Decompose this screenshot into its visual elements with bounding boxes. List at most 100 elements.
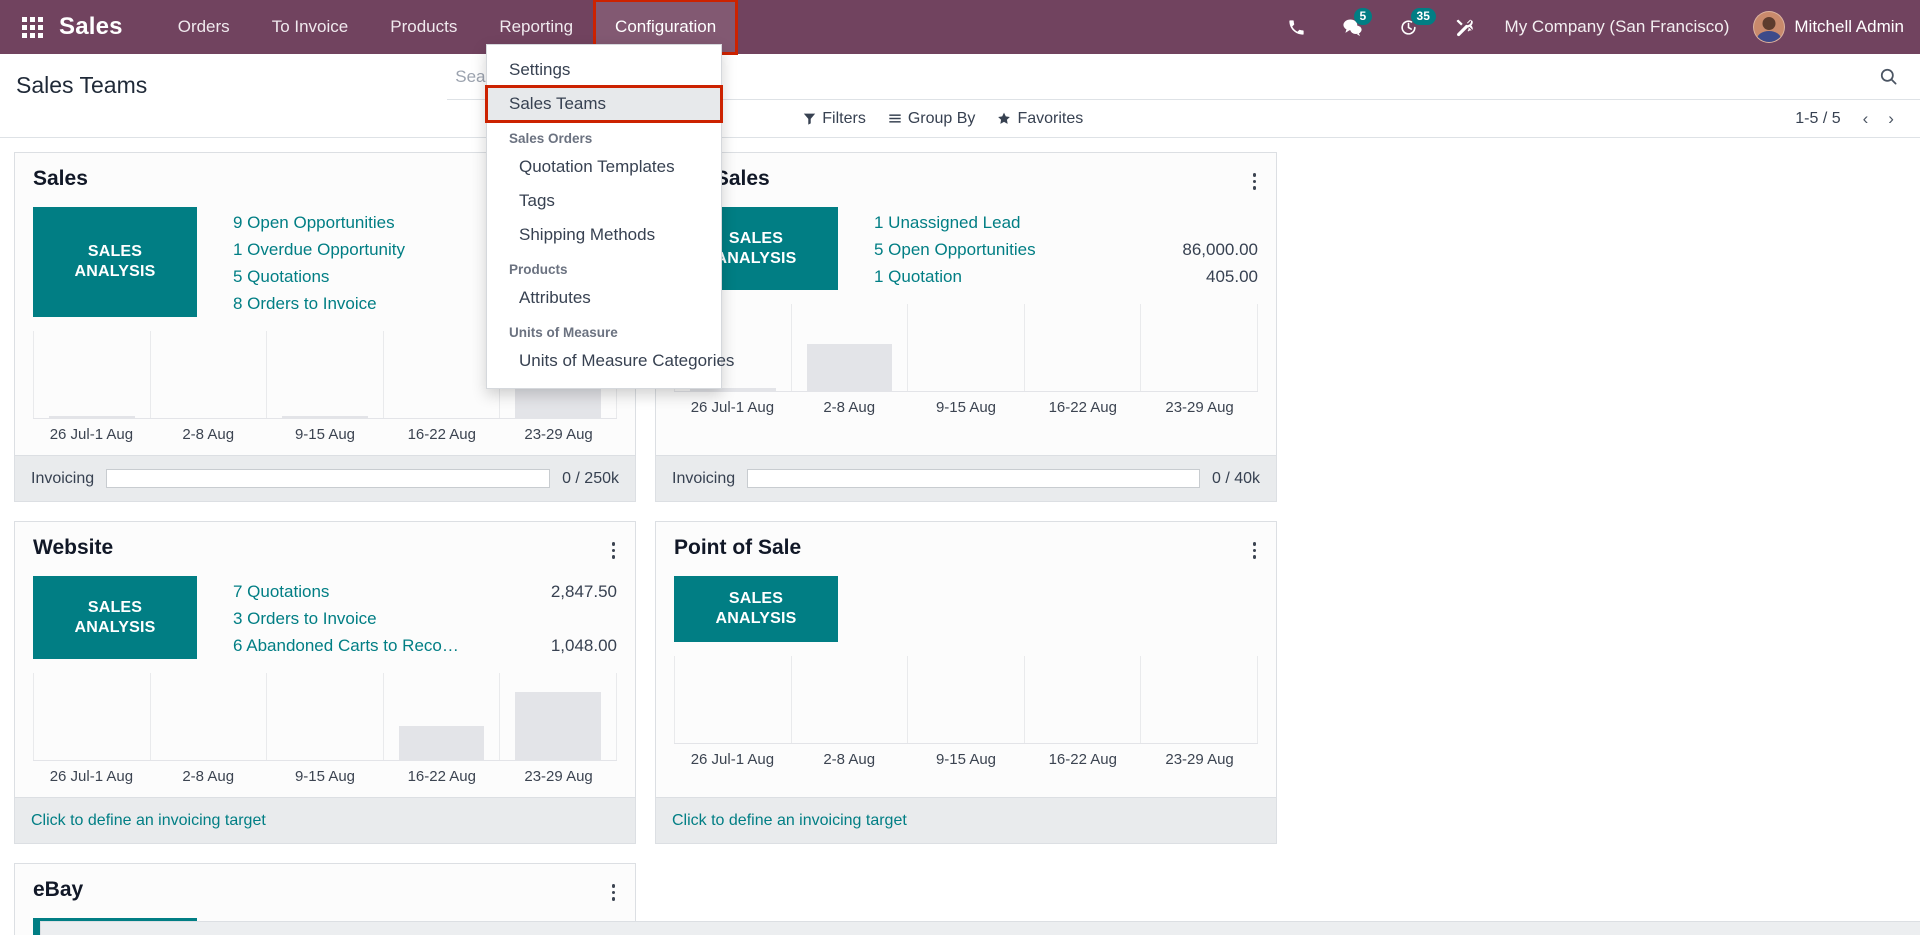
- filters-label: Filters: [822, 110, 866, 128]
- sales-analysis-button[interactable]: SALESANALYSIS: [674, 576, 838, 642]
- stat-row: 1 Quotation405.00: [874, 263, 1258, 290]
- menu-item-sales-teams[interactable]: Sales Teams: [487, 87, 721, 121]
- team-card[interactable]: WebsiteSALESANALYSIS7 Quotations2,847.50…: [14, 521, 636, 844]
- chart-column: [266, 673, 383, 761]
- chart-x-label: 16-22 Aug: [1024, 751, 1141, 768]
- avatar: [1753, 11, 1785, 43]
- nav-item-orders[interactable]: Orders: [157, 0, 251, 54]
- card-footer: Invoicing0 / 40k: [656, 455, 1276, 501]
- chart-bar: [399, 726, 485, 761]
- bottom-panel-strip: [40, 921, 1920, 935]
- menu-item-shipping-methods[interactable]: Shipping Methods: [487, 218, 721, 252]
- page-title: Sales Teams: [16, 72, 147, 99]
- define-invoicing-target-link[interactable]: Click to define an invoicing target: [672, 812, 907, 830]
- card-main: SALESANALYSIS: [674, 576, 1258, 642]
- chart-x-label: 9-15 Aug: [267, 768, 384, 785]
- team-name: eBay: [33, 878, 617, 902]
- team-card[interactable]: Pre-SalesSALESANALYSIS1 Unassigned Lead5…: [655, 152, 1277, 502]
- stat-label[interactable]: 7 Quotations: [233, 578, 329, 605]
- menu-item-units-of-measure-categories[interactable]: Units of Measure Categories: [487, 344, 721, 378]
- menu-item-quotation-templates[interactable]: Quotation Templates: [487, 150, 721, 184]
- card-menu-icon[interactable]: [606, 880, 622, 905]
- messages-icon[interactable]: 5: [1324, 0, 1381, 54]
- chart-x-axis: 26 Jul-1 Aug2-8 Aug9-15 Aug16-22 Aug23-2…: [15, 768, 635, 785]
- stat-value: 2,847.50: [539, 578, 617, 605]
- sales-analysis-button[interactable]: SALESANALYSIS: [33, 207, 197, 317]
- menu-item-settings[interactable]: Settings: [487, 53, 721, 87]
- chart-x-axis: 26 Jul-1 Aug2-8 Aug9-15 Aug16-22 Aug23-2…: [15, 426, 635, 443]
- control-panel-right: Filters Group By Favorites 1-5 / 5 ‹ ›: [147, 54, 1920, 137]
- chart-column: [266, 331, 383, 419]
- stat-label[interactable]: 5 Quotations: [233, 263, 329, 290]
- chart-x-label: 23-29 Aug: [500, 768, 617, 785]
- filter-buttons: Filters Group By Favorites: [803, 110, 1083, 128]
- app-brand-sales[interactable]: Sales: [59, 13, 123, 41]
- stat-label[interactable]: 5 Open Opportunities: [874, 236, 1036, 263]
- team-card[interactable]: Point of SaleSALESANALYSIS26 Jul-1 Aug2-…: [655, 521, 1277, 844]
- chart-x-label: 23-29 Aug: [1141, 399, 1258, 416]
- search-icon[interactable]: [1869, 67, 1902, 86]
- sales-analysis-line1: SALES: [88, 598, 142, 618]
- card-footer: Click to define an invoicing target: [15, 797, 635, 843]
- nav-item-products[interactable]: Products: [369, 0, 478, 54]
- invoicing-progress-bar[interactable]: [747, 469, 1200, 488]
- chart-x-label: 26 Jul-1 Aug: [674, 751, 791, 768]
- chart-x-label: 2-8 Aug: [791, 751, 908, 768]
- team-bar-chart: [656, 656, 1276, 744]
- chart-x-label: 23-29 Aug: [1141, 751, 1258, 768]
- define-invoicing-target-link[interactable]: Click to define an invoicing target: [31, 812, 266, 830]
- chart-column: [1140, 304, 1258, 392]
- pager-previous-button[interactable]: ‹: [1855, 108, 1877, 129]
- stat-value: 1,048.00: [539, 632, 617, 659]
- menu-item-tags[interactable]: Tags: [487, 184, 721, 218]
- stat-label[interactable]: 1 Quotation: [874, 263, 962, 290]
- stat-label[interactable]: 3 Orders to Invoice: [233, 605, 377, 632]
- chart-x-label: 9-15 Aug: [908, 751, 1025, 768]
- card-body: Pre-SalesSALESANALYSIS1 Unassigned Lead5…: [656, 153, 1276, 290]
- team-stats: 1 Unassigned Lead5 Open Opportunities86,…: [838, 207, 1258, 290]
- chart-bar: [807, 344, 893, 392]
- group-by-label: Group By: [908, 110, 976, 128]
- sales-analysis-line1: SALES: [729, 589, 783, 609]
- stat-label[interactable]: 9 Open Opportunities: [233, 209, 395, 236]
- invoicing-label: Invoicing: [672, 470, 735, 488]
- card-menu-icon[interactable]: [1247, 538, 1263, 563]
- card-menu-icon[interactable]: [606, 538, 622, 563]
- tools-wrench-icon[interactable]: [1436, 0, 1491, 54]
- sales-analysis-line2: ANALYSIS: [74, 618, 155, 638]
- filters-button[interactable]: Filters: [803, 110, 866, 128]
- team-stats: 7 Quotations 2,847.50 3 Orders to Invoice6…: [197, 576, 617, 659]
- card-menu-icon[interactable]: [1247, 169, 1263, 194]
- chart-x-label: 16-22 Aug: [383, 768, 500, 785]
- pager-next-button[interactable]: ›: [1880, 108, 1902, 129]
- chart-x-label: 16-22 Aug: [383, 426, 500, 443]
- favorites-button[interactable]: Favorites: [997, 110, 1083, 128]
- stat-label[interactable]: 8 Orders to Invoice: [233, 290, 377, 317]
- chart-column: [383, 331, 500, 419]
- stat-label[interactable]: 6 Abandoned Carts to Reco…: [233, 632, 459, 659]
- user-name: Mitchell Admin: [1794, 17, 1904, 37]
- group-by-button[interactable]: Group By: [888, 110, 976, 128]
- nav-item-to-invoice[interactable]: To Invoice: [251, 0, 370, 54]
- sales-analysis-button[interactable]: SALESANALYSIS: [33, 576, 197, 659]
- stat-label[interactable]: 1 Unassigned Lead: [874, 209, 1021, 236]
- sales-teams-kanban: SalesSALESANALYSIS9 Open Opportunities21…: [0, 138, 1920, 935]
- user-menu[interactable]: Mitchell Admin: [1749, 11, 1904, 43]
- card-body: WebsiteSALESANALYSIS7 Quotations2,847.50…: [15, 522, 635, 659]
- activities-icon[interactable]: 35: [1381, 0, 1436, 54]
- chart-column: [1024, 656, 1141, 744]
- chart-x-label: 9-15 Aug: [267, 426, 384, 443]
- invoicing-progress-bar[interactable]: [106, 469, 550, 488]
- phone-icon[interactable]: [1269, 0, 1324, 54]
- menu-item-attributes[interactable]: Attributes: [487, 281, 721, 315]
- stat-row: 5 Open Opportunities86,000.00: [874, 236, 1258, 263]
- company-switcher[interactable]: My Company (San Francisco): [1491, 17, 1750, 37]
- chart-x-label: 2-8 Aug: [791, 399, 908, 416]
- chart-x-label: 16-22 Aug: [1024, 399, 1141, 416]
- group-by-lines-icon: [888, 112, 902, 125]
- chart-column: [150, 331, 267, 419]
- menu-section-products: Products: [487, 252, 721, 281]
- apps-grid-icon[interactable]: [22, 17, 43, 38]
- pager: 1-5 / 5 ‹ ›: [1795, 108, 1902, 129]
- stat-label[interactable]: 1 Overdue Opportunity: [233, 236, 405, 263]
